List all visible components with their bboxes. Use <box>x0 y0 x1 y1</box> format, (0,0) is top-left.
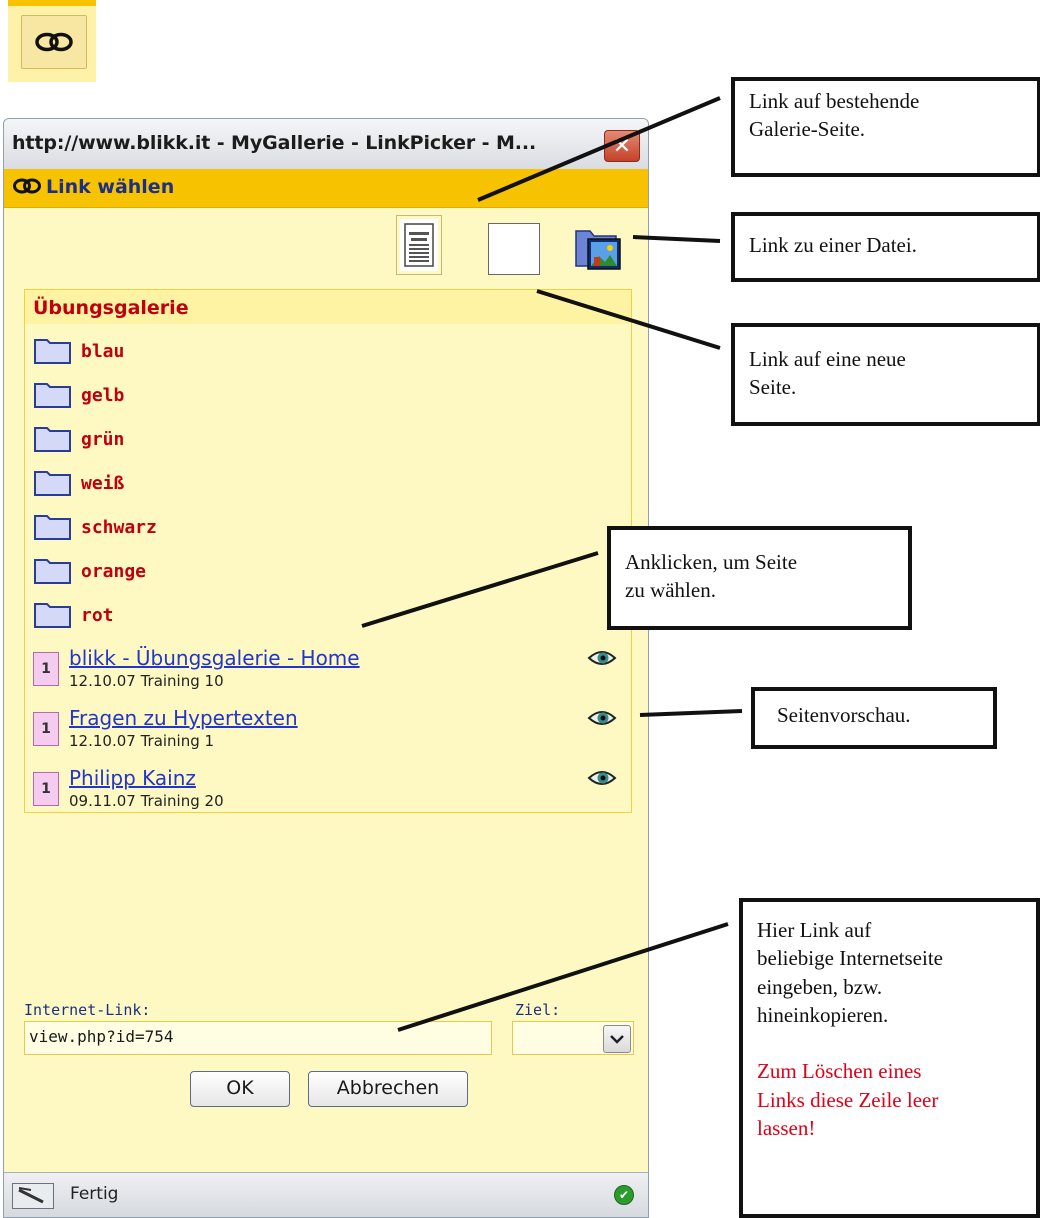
folder-icon <box>34 339 71 364</box>
page-number-badge: 1 <box>33 712 59 746</box>
internet-link-input[interactable]: view.php?id=754 <box>24 1021 492 1055</box>
folder-item-gelb[interactable]: gelb <box>33 378 124 418</box>
folder-icon <box>34 559 71 584</box>
callout-file-link: Link zu einer Datei. <box>731 212 1040 282</box>
folder-icon <box>34 383 71 408</box>
new-page-mode-button[interactable] <box>488 223 540 275</box>
folder-item-orange[interactable]: orange <box>33 554 146 594</box>
file-folder-icon <box>575 230 621 270</box>
folder-icon <box>34 603 71 628</box>
page-link[interactable]: Fragen zu Hypertexten <box>69 706 298 730</box>
callout-warning-text: Zum Löschen eines <box>757 1059 922 1084</box>
folder-label: blau <box>81 341 125 362</box>
callout-text: hineinkopieren. <box>757 1003 889 1028</box>
callout-existing-page: Link auf bestehende Galerie-Seite. <box>731 77 1040 177</box>
folder-item-gruen[interactable]: grün <box>33 422 124 462</box>
folder-item-weiss[interactable]: weiß <box>33 466 124 506</box>
callout-new-page: Link auf eine neue Seite. <box>731 323 1040 426</box>
file-link-mode-button[interactable] <box>570 219 626 275</box>
page-item: 1 Fragen zu Hypertexten 12.10.07 Trainin… <box>33 706 623 766</box>
folder-item-schwarz[interactable]: schwarz <box>33 510 157 550</box>
toolbar-top-border <box>8 0 96 6</box>
internet-link-label: Internet-Link: <box>24 1001 151 1019</box>
folder-label: grün <box>81 429 125 450</box>
page-link[interactable]: blikk - Übungsgalerie - Home <box>69 646 360 670</box>
page-meta: 12.10.07 Training 10 <box>69 672 224 690</box>
callout-text: Link auf bestehende <box>749 89 920 113</box>
page-meta: 09.11.07 Training 20 <box>69 792 224 810</box>
folder-label: weiß <box>81 473 125 494</box>
check-circle-icon: ✔ <box>614 1185 634 1205</box>
callout-text: Anklicken, um Seite <box>625 550 798 574</box>
dialog-title: Link wählen <box>46 176 175 198</box>
callout-text: Link auf eine neue <box>749 347 906 371</box>
gallery-panel: Übungsgalerie blau gelb grün weiß schwar… <box>24 289 632 813</box>
gallery-header: Übungsgalerie <box>25 290 631 325</box>
cancel-button[interactable]: Abbrechen <box>308 1071 468 1107</box>
close-icon: ✕ <box>612 133 632 159</box>
callout-text: beliebige Internetseite <box>757 946 943 971</box>
target-select[interactable] <box>512 1021 634 1055</box>
callout-text: Hier Link auf <box>757 918 872 942</box>
folder-item-blau[interactable]: blau <box>33 334 124 374</box>
insert-link-button[interactable] <box>21 15 87 69</box>
callout-internet-link: Hier Link auf beliebige Internetseite ei… <box>739 898 1040 1218</box>
page-link[interactable]: Philipp Kainz <box>69 766 196 790</box>
linkpicker-window: http://www.blikk.it - MyGallerie - LinkP… <box>3 118 649 1218</box>
page-number-badge: 1 <box>33 652 59 686</box>
folder-label: gelb <box>81 385 125 406</box>
callout-click-page: Anklicken, um Seite zu wählen. <box>607 526 912 630</box>
eye-icon[interactable] <box>587 768 617 788</box>
dropdown-button[interactable] <box>603 1025 631 1053</box>
folder-label: rot <box>81 605 114 626</box>
callout-text: Seitenvorschau. <box>777 703 911 727</box>
callout-text: zu wählen. <box>625 578 716 603</box>
status-text: Fertig <box>70 1184 119 1204</box>
callout-warning-text: Links diese Zeile leer <box>757 1087 939 1112</box>
link-icon <box>13 178 41 194</box>
callout-warning-text: lassen! <box>757 1116 816 1141</box>
folder-icon <box>34 427 71 452</box>
page-meta: 12.10.07 Training 1 <box>69 732 215 750</box>
window-title: http://www.blikk.it - MyGallerie - LinkP… <box>12 132 537 154</box>
folder-label: orange <box>81 561 147 582</box>
eye-icon[interactable] <box>587 708 617 728</box>
ok-button[interactable]: OK <box>190 1071 290 1107</box>
callout-text: eingeben, bzw. <box>757 974 883 999</box>
folder-icon <box>34 515 71 540</box>
eye-icon[interactable] <box>587 648 617 668</box>
toolbar-link-area <box>8 0 96 82</box>
callout-text: Link zu einer Datei. <box>749 233 917 257</box>
folder-icon <box>34 471 71 496</box>
existing-page-mode-button[interactable] <box>396 215 442 275</box>
link-icon <box>35 32 73 52</box>
window-titlebar[interactable]: http://www.blikk.it - MyGallerie - LinkP… <box>4 119 648 170</box>
gallery-title: Übungsgalerie <box>33 297 189 319</box>
callout-preview: Seitenvorschau. <box>751 687 997 749</box>
page-number-badge: 1 <box>33 772 59 806</box>
folder-item-rot[interactable]: rot <box>33 598 114 638</box>
status-bar: Fertig ✔ <box>4 1172 648 1217</box>
page-document-icon <box>404 223 434 267</box>
page-item: 1 Philipp Kainz 09.11.07 Training 20 <box>33 766 623 826</box>
page-item: 1 blikk - Übungsgalerie - Home 12.10.07 … <box>33 646 623 706</box>
dialog-header: Link wählen <box>4 169 648 208</box>
callout-text: Seite. <box>749 375 797 400</box>
folder-label: schwarz <box>81 517 157 538</box>
target-label: Ziel: <box>515 1001 561 1019</box>
chevron-down-icon <box>610 1035 624 1044</box>
callout-text: Galerie-Seite. <box>749 117 866 142</box>
status-connection-icon <box>12 1183 54 1209</box>
close-button[interactable]: ✕ <box>604 130 640 162</box>
